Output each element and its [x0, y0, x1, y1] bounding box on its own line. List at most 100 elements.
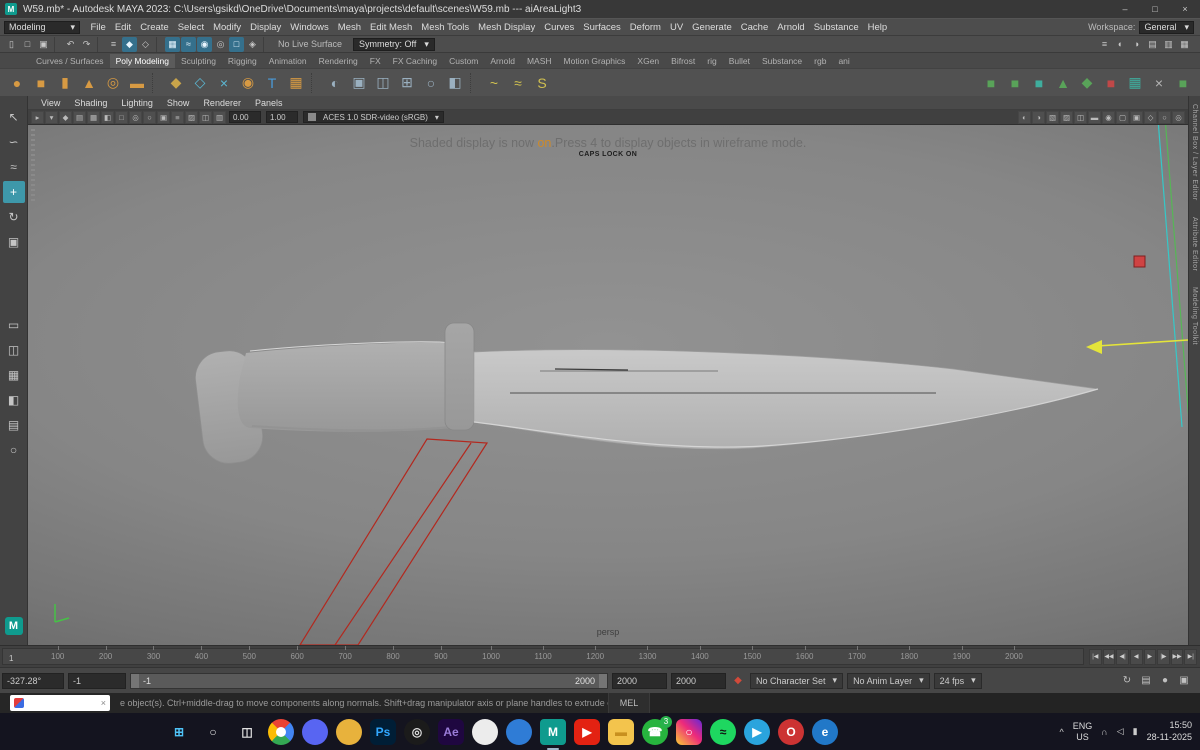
separator[interactable]	[311, 72, 320, 93]
render-settings-icon[interactable]: ▤	[1145, 37, 1160, 52]
task-view-icon[interactable]: ◫	[234, 719, 260, 745]
scale-tool[interactable]: ▣	[3, 231, 25, 253]
language-indicator[interactable]: ENG US	[1073, 721, 1093, 742]
custom-cube-green3-icon[interactable]: ■	[1172, 72, 1194, 94]
menu-item[interactable]: Curves	[540, 22, 579, 33]
custom-grid-teal-icon[interactable]: ▦	[1124, 72, 1146, 94]
animation-start-field[interactable]: -1	[68, 672, 126, 689]
opera-icon[interactable]: O	[778, 718, 804, 745]
poly-cylinder-icon[interactable]: ▮	[54, 72, 76, 94]
loop-icon[interactable]: ↻	[1119, 673, 1135, 689]
mel-toggle[interactable]: MEL	[608, 693, 650, 713]
safe-title-icon[interactable]: ▥	[213, 110, 226, 124]
viewport-canvas[interactable]: Shaded display is now on.Press 4 to disp…	[28, 125, 1188, 645]
bookmarks-icon[interactable]: ▤	[73, 110, 86, 124]
menu-item[interactable]: Help	[863, 22, 892, 33]
lighting-icon[interactable]: ◐	[1018, 110, 1031, 124]
start-button[interactable]: ⊞	[166, 719, 192, 745]
exposure-field[interactable]: 0.00	[229, 111, 261, 123]
shelf-tab[interactable]: Sculpting	[175, 54, 222, 68]
snap-grid-icon[interactable]: ▦	[165, 36, 180, 52]
shelf-tab[interactable]: Poly Modeling	[109, 54, 175, 68]
select-object-icon[interactable]: ◆	[122, 36, 137, 52]
snap-center-icon[interactable]: ◎	[213, 37, 228, 52]
playback-end-field[interactable]: 2000	[612, 672, 667, 689]
spacer[interactable]	[555, 72, 978, 94]
panel-menu-item[interactable]: Lighting	[114, 98, 160, 108]
film-gate-icon[interactable]: ○	[143, 110, 156, 124]
youtube-icon[interactable]: ▶	[574, 718, 600, 745]
whatsapp-icon[interactable]: ☎ 3	[642, 715, 672, 745]
redo-icon[interactable]: ↷	[79, 37, 94, 52]
shelf-tab[interactable]: XGen	[631, 54, 665, 68]
maya-icon[interactable]: M	[540, 718, 566, 750]
panel-menu-item[interactable]: Show	[160, 98, 197, 108]
battery-icon[interactable]: ▮	[1133, 726, 1138, 737]
shelf-tab[interactable]: FX	[364, 54, 387, 68]
menu-item[interactable]: Cache	[736, 22, 772, 33]
shelf-tab[interactable]: ani	[832, 54, 855, 68]
render-icon[interactable]: ◐	[1113, 37, 1128, 52]
wireframe-on-shaded-icon[interactable]: ▬	[1088, 110, 1101, 124]
gamma-field[interactable]: 1.00	[266, 111, 298, 123]
symmetry-dropdown[interactable]: Symmetry: Off ▾	[353, 37, 435, 51]
bridge-icon[interactable]: ◫	[372, 72, 394, 94]
poly-sphere-icon[interactable]: ●	[6, 72, 28, 94]
colorspace-dropdown[interactable]: ACES 1.0 SDR-video (sRGB) ▾	[303, 111, 444, 123]
menu-item[interactable]: Create	[136, 22, 174, 33]
zoom-tool-icon[interactable]: ○	[3, 439, 25, 461]
menu-item[interactable]: Deform	[625, 22, 665, 33]
anim-settings-icon[interactable]: ▤	[1138, 673, 1154, 689]
snap-point-icon[interactable]: ◉	[197, 36, 212, 52]
menu-item[interactable]: File	[86, 22, 110, 33]
separator[interactable]	[97, 36, 103, 52]
2d-pan-zoom-icon[interactable]: ◧	[101, 110, 114, 124]
shelf-tab[interactable]: rig	[701, 54, 722, 68]
poly-torus-icon[interactable]: ◎	[102, 72, 124, 94]
animation-end-field[interactable]: 2000	[671, 672, 726, 689]
hypergraph-layout-icon[interactable]: ▤	[3, 414, 25, 436]
separator[interactable]	[54, 36, 60, 52]
use-default-material-icon[interactable]: ▢	[1116, 110, 1129, 124]
shelf-tab[interactable]: Bifrost	[665, 54, 701, 68]
grid-icon[interactable]: ◎	[129, 110, 142, 124]
cv-curve-icon[interactable]: ~	[483, 72, 505, 94]
value-readout-field[interactable]: -327.28°	[2, 672, 64, 689]
time-slider[interactable]: 100 200 300 400 500 600 700 800 900 1000 1100 1200 1…	[2, 646, 1084, 665]
bevel-icon[interactable]: ▣	[348, 72, 370, 94]
type-tool-icon[interactable]: T	[261, 72, 283, 94]
custom-cube-teal-icon[interactable]: ■	[1028, 72, 1050, 94]
shelf-tab[interactable]: MASH	[521, 54, 558, 68]
menu-item[interactable]: Generate	[688, 22, 737, 33]
maximize-button[interactable]: □	[1140, 0, 1170, 18]
textured-icon[interactable]: ◉	[1102, 110, 1115, 124]
vscode-icon[interactable]	[506, 718, 532, 745]
image-plane-icon[interactable]: ▦	[87, 110, 100, 124]
custom-cube-green2-icon[interactable]: ■	[1004, 72, 1026, 94]
panel-menu-item[interactable]: View	[34, 98, 67, 108]
set-key-icon[interactable]: ◆	[730, 673, 746, 689]
construction-history-icon[interactable]: ≡	[1097, 37, 1112, 52]
close-icon[interactable]: ×	[101, 698, 106, 708]
snap-plane-icon[interactable]: □	[229, 36, 244, 52]
edge-icon[interactable]: e	[812, 718, 838, 745]
custom-delete-icon[interactable]: ×	[1148, 72, 1170, 94]
script-input-area[interactable]	[650, 693, 1200, 713]
multi-cut-icon[interactable]: ×	[213, 72, 235, 94]
menu-item[interactable]: Edit	[110, 22, 135, 33]
exposure-icon[interactable]: ○	[1158, 110, 1171, 124]
field-chart-icon[interactable]: ▨	[185, 110, 198, 124]
menu-item[interactable]: Mesh	[333, 22, 365, 33]
camera-attributes-icon[interactable]: ◆	[59, 110, 72, 124]
sidebar-tab[interactable]: Channel Box / Layer Editor	[1191, 104, 1198, 201]
select-hierarchy-icon[interactable]: ≡	[106, 37, 121, 52]
menu-set-dropdown[interactable]: Modeling ▾	[4, 20, 80, 34]
open-scene-icon[interactable]: □	[20, 37, 35, 52]
after-effects-icon[interactable]: Ae	[438, 718, 464, 745]
chrome-icon[interactable]	[268, 718, 294, 745]
lasso-tool[interactable]: ∽	[3, 131, 25, 153]
anti-aliasing-icon[interactable]: ▨	[1060, 110, 1073, 124]
taskbar-search-icon[interactable]: ○	[200, 719, 226, 745]
panel-menu-item[interactable]: Panels	[248, 98, 290, 108]
fps-dropdown[interactable]: 24 fps ▾	[933, 672, 982, 689]
